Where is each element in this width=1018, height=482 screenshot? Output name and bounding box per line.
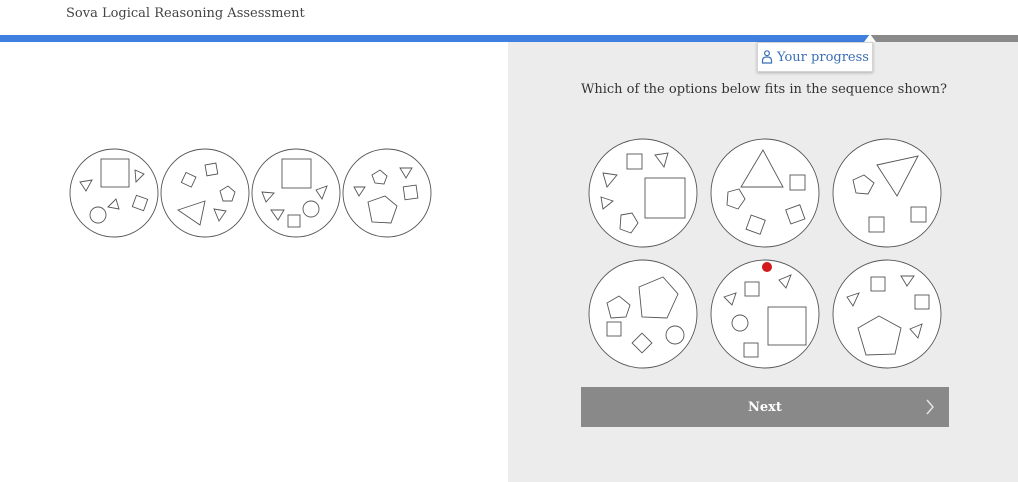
- next-button-label: Next: [748, 399, 782, 415]
- option-1[interactable]: [588, 138, 698, 248]
- sequence-item-4: [342, 148, 432, 238]
- progress-bar-fill: [0, 35, 870, 42]
- sequence-item-3: [251, 148, 341, 238]
- chevron-right-icon: [926, 399, 934, 415]
- person-icon: [761, 50, 773, 64]
- progress-marker: [864, 34, 876, 42]
- sequence-item-2: [160, 148, 250, 238]
- your-progress-label: Your progress: [777, 49, 869, 65]
- question-text: Which of the options below fits in the s…: [581, 82, 948, 97]
- answer-options: [588, 138, 942, 369]
- app-title: Sova Logical Reasoning Assessment: [66, 6, 305, 21]
- sequence-pane: [0, 42, 508, 482]
- option-6[interactable]: [832, 259, 942, 369]
- option-5[interactable]: [710, 259, 820, 369]
- your-progress-button[interactable]: Your progress: [757, 42, 873, 72]
- option-3[interactable]: [832, 138, 942, 248]
- next-button[interactable]: Next: [581, 387, 949, 427]
- mouse-cursor-marker: [762, 262, 772, 272]
- sequence-figures: [69, 148, 432, 238]
- option-4[interactable]: [588, 259, 698, 369]
- option-2[interactable]: [710, 138, 820, 248]
- sequence-item-1: [69, 148, 159, 238]
